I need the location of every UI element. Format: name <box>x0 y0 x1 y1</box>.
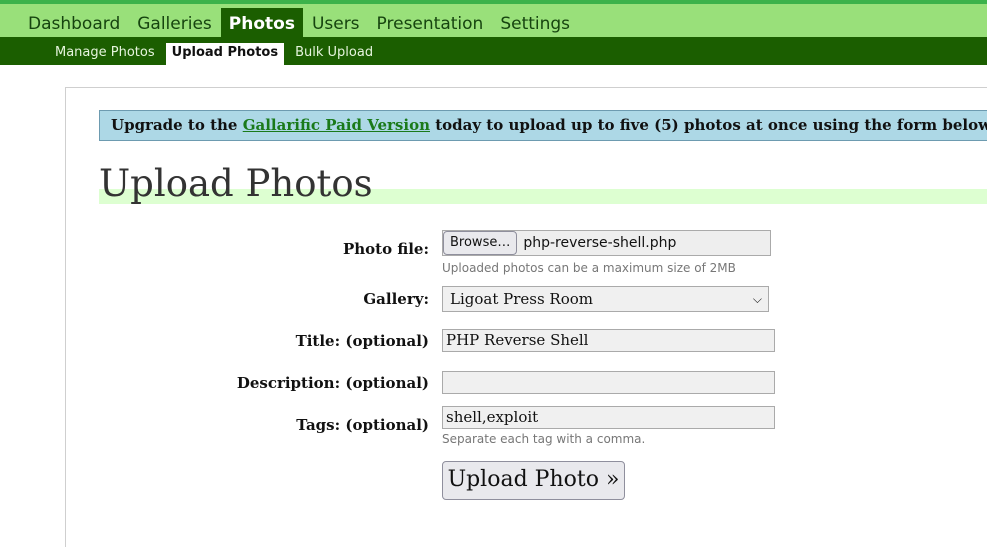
tags-hint: Separate each tag with a comma. <box>442 432 646 446</box>
gallery-label: Gallery: <box>363 290 429 308</box>
description-label: Description: (optional) <box>236 374 429 392</box>
sub-nav: Manage Photos Upload Photos Bulk Upload <box>49 43 384 65</box>
sub-nav-bar: Manage Photos Upload Photos Bulk Upload <box>0 37 987 65</box>
description-input[interactable] <box>442 371 775 394</box>
selected-file-name: php-reverse-shell.php <box>523 235 677 251</box>
gallery-select[interactable]: Ligoat Press Room ⌵ <box>442 286 769 312</box>
notice-suffix: today to upload up to five (5) photos at… <box>429 116 987 134</box>
title-label: Title: (optional) <box>295 332 429 350</box>
subnav-manage-photos[interactable]: Manage Photos <box>49 43 161 65</box>
upload-photo-button[interactable]: Upload Photo » <box>442 461 625 500</box>
subnav-upload-photos[interactable]: Upload Photos <box>165 43 285 65</box>
subnav-bulk-upload[interactable]: Bulk Upload <box>289 43 379 65</box>
upgrade-notice: Upgrade to the Gallarific Paid Version t… <box>99 110 987 141</box>
browse-button[interactable]: Browse… <box>443 231 518 255</box>
title-input[interactable]: PHP Reverse Shell <box>442 329 775 352</box>
photo-file-input[interactable]: Browse… php-reverse-shell.php <box>442 230 771 256</box>
tags-label: Tags: (optional) <box>296 416 429 434</box>
top-nav-bar: Dashboard Galleries Photos Users Present… <box>0 0 987 41</box>
chevron-down-icon: ⌵ <box>752 292 762 306</box>
photo-file-label: Photo file: <box>342 240 429 258</box>
notice-prefix: Upgrade to the <box>111 116 243 134</box>
paid-version-link[interactable]: Gallarific Paid Version <box>243 116 430 134</box>
photo-size-hint: Uploaded photos can be a maximum size of… <box>442 261 736 275</box>
gallery-selected-value: Ligoat Press Room <box>450 290 594 308</box>
tags-input[interactable]: shell,exploit <box>442 406 775 429</box>
page-title: Upload Photos <box>99 162 373 205</box>
